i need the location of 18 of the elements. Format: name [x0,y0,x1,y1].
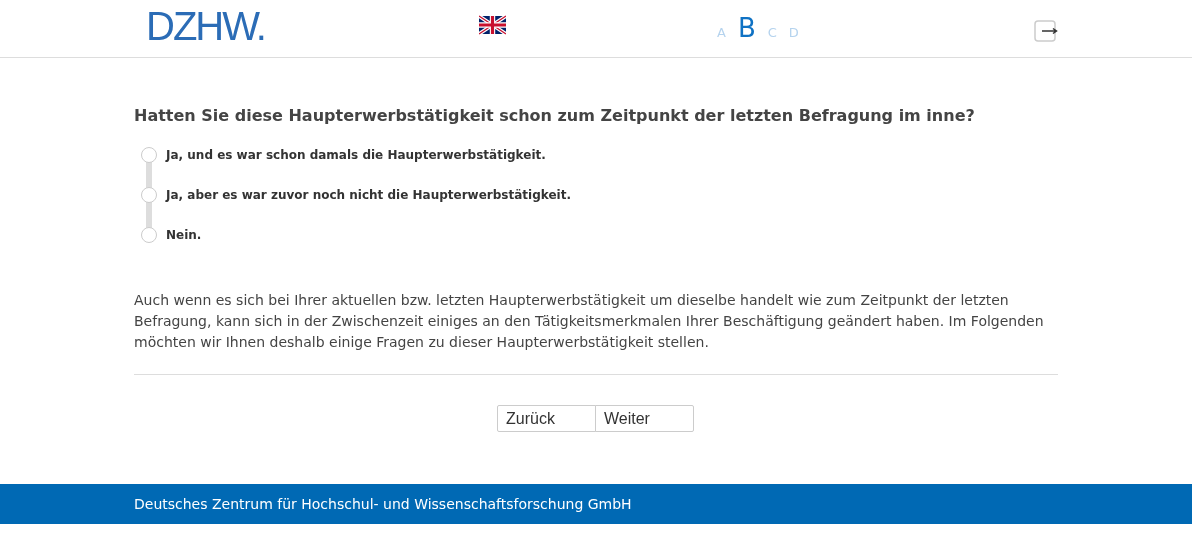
step-indicator: A [717,24,726,42]
footer-text: Deutsches Zentrum für Hochschul- und Wissenschaftsforschung GmbH [134,496,632,512]
option-label[interactable]: Nein. [166,228,202,242]
radio-button[interactable] [141,187,157,203]
question-text: Hatten Sie diese Haupterwerbstätigkeit schon zum Zeitpunkt der letzten Befragung im inne? [134,106,976,125]
step-indicator: D [788,24,799,42]
radio-button[interactable] [141,227,157,243]
option-label[interactable]: Ja, aber es war zuvor noch nicht die Haupterwerbstätigkeit. [166,188,571,202]
option-label[interactable]: Ja, und es war schon damals die Haupterwerbstätigkeit. [166,148,546,162]
step-indicator: C [767,24,777,42]
logo: DZHW. [146,5,265,46]
info-text: Auch wenn es sich bei Ihrer aktuellen bzw. letzten Haupterwerbstätigkeit um dieselbe handelt wie zum Zeitpunkt der letzten Befragung, kann sich in der Zwischenzeit einiges an den Tätigkeitsmerkmalen Ihrer Beschäftigung geändert haben. Im Folgenden möchten wir Ihnen deshalb einige Fragen zu dieser Haupterwerbstätigkeit stellen. [134,291,1045,352]
next-button[interactable]: Weiter [595,405,694,432]
flag-icon[interactable] [479,15,506,35]
back-button[interactable]: Zurück [497,405,596,432]
radio-button[interactable] [141,147,157,163]
step-indicator: B [737,12,756,45]
logout-icon[interactable] [1034,20,1058,42]
